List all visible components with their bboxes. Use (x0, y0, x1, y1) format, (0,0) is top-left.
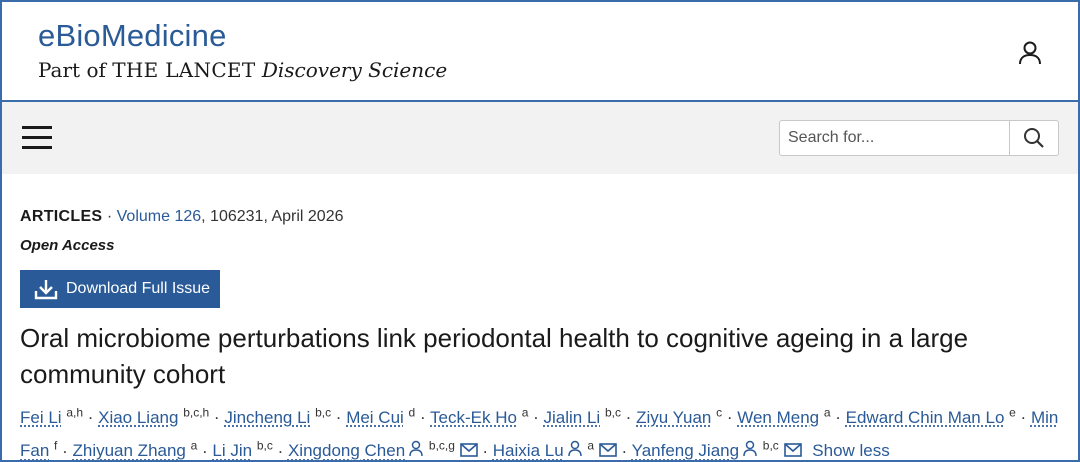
subtitle-series: Discovery Science (261, 58, 448, 82)
author-affiliation: a (823, 405, 831, 419)
author-name[interactable]: Xiao Liang (98, 408, 178, 427)
author-name[interactable]: Fei Li (20, 408, 62, 427)
envelope-icon[interactable] (459, 437, 478, 460)
author-item: Mei Cui d (346, 405, 415, 427)
author-separator: · (197, 441, 213, 461)
author-name[interactable]: Jialin Li (544, 408, 601, 427)
page-frame: eBioMedicine Part of THE LANCET Discover… (0, 0, 1080, 462)
author-name[interactable]: Ziyu Yuan (636, 408, 711, 427)
author-separator: · (83, 407, 99, 427)
author-separator: · (272, 441, 288, 461)
author-affiliation: b,c (256, 438, 273, 453)
author-separator: · (415, 407, 431, 427)
author-item: Yanfeng Jiang b,c (632, 438, 802, 460)
search-button[interactable] (1009, 121, 1058, 155)
toolbar (2, 102, 1078, 174)
envelope-icon[interactable] (599, 437, 617, 460)
author-separator: · (1015, 407, 1031, 427)
author-item: Edward Chin Man Lo e (846, 405, 1016, 427)
show-less-link[interactable]: Show less (812, 441, 889, 460)
journal-subtitle: Part of THE LANCET Discovery Science (38, 58, 447, 82)
download-icon (34, 280, 58, 300)
article-meta: ARTICLES · Volume 126, 106231, April 202… (20, 208, 344, 226)
author-list: Fei Li a,h · Xiao Liang b,c,h · Jincheng… (20, 398, 1070, 461)
author-separator: · (528, 407, 544, 427)
user-icon (1019, 41, 1041, 65)
meta-separator: · (106, 208, 113, 225)
author-item: Ziyu Yuan c (636, 405, 722, 427)
author-affiliation: b,c (604, 405, 621, 419)
author-name[interactable]: Wen Meng (737, 408, 819, 427)
volume-link[interactable]: Volume 126 (117, 208, 202, 225)
open-access-label: Open Access (20, 237, 115, 254)
user-account-button[interactable] (1015, 38, 1045, 68)
download-button-label: Download Full Issue (66, 280, 211, 297)
author-name[interactable]: Jincheng Li (224, 408, 310, 427)
journal-title[interactable]: eBioMedicine (38, 18, 227, 54)
author-affiliation: a (587, 438, 595, 453)
search-icon (1024, 128, 1044, 148)
subtitle-prefix: Part of (38, 58, 113, 82)
author-name[interactable]: Mei Cui (346, 408, 404, 427)
author-item: Haixia Lu a (493, 438, 617, 460)
author-item: Teck-Ek Ho a (430, 405, 528, 427)
hamburger-menu-icon[interactable] (22, 126, 54, 150)
person-icon[interactable] (567, 437, 583, 460)
author-separator: · (57, 441, 73, 461)
author-name[interactable]: Xingdong Chen (288, 441, 405, 460)
author-separator: · (830, 407, 846, 427)
author-separator: · (620, 407, 637, 427)
author-affiliation: e (1009, 405, 1016, 419)
author-name[interactable]: Edward Chin Man Lo (846, 408, 1005, 427)
person-icon[interactable] (742, 437, 758, 460)
author-item: Jialin Li b,c (544, 405, 621, 427)
author-name[interactable]: Haixia Lu (493, 441, 564, 460)
person-icon[interactable] (408, 437, 424, 460)
author-affiliation: b,c (762, 438, 779, 453)
article-title: Oral microbiome perturbations link perio… (20, 323, 969, 389)
author-affiliation: b,c,g (428, 438, 455, 453)
author-name[interactable]: Zhiyuan Zhang (72, 441, 185, 460)
citation-details: , 106231, April 2026 (201, 208, 344, 225)
author-item: Xingdong Chen b,c,g (288, 438, 478, 460)
author-item: Jincheng Li b,c (224, 405, 332, 427)
author-item: Xiao Liang b,c,h (98, 405, 210, 427)
author-name[interactable]: Teck-Ek Ho (430, 408, 517, 427)
author-item: Fei Li a,h (20, 405, 83, 427)
author-item: Wen Meng a (737, 405, 831, 427)
author-item: Li Jin b,c (212, 438, 273, 460)
author-name[interactable]: Li Jin (212, 441, 252, 460)
author-item: Zhiyuan Zhang a (72, 439, 197, 460)
author-separator: · (209, 407, 225, 427)
author-affiliation: b,c,h (183, 405, 210, 419)
author-name[interactable]: Yanfeng Jiang (632, 441, 739, 460)
search-box (779, 120, 1059, 156)
author-separator: · (331, 407, 347, 427)
author-separator: · (616, 441, 632, 461)
envelope-icon[interactable] (783, 437, 802, 460)
search-input[interactable] (780, 121, 1000, 155)
subtitle-brand: THE LANCET (112, 58, 256, 82)
author-affiliation: a,h (66, 405, 83, 419)
download-full-issue-button[interactable]: Download Full Issue (20, 270, 220, 308)
article-type: ARTICLES (20, 208, 103, 225)
author-separator: · (722, 407, 738, 427)
author-affiliation: b,c (315, 405, 332, 419)
author-separator: · (477, 441, 493, 461)
site-header: eBioMedicine Part of THE LANCET Discover… (2, 2, 1078, 102)
